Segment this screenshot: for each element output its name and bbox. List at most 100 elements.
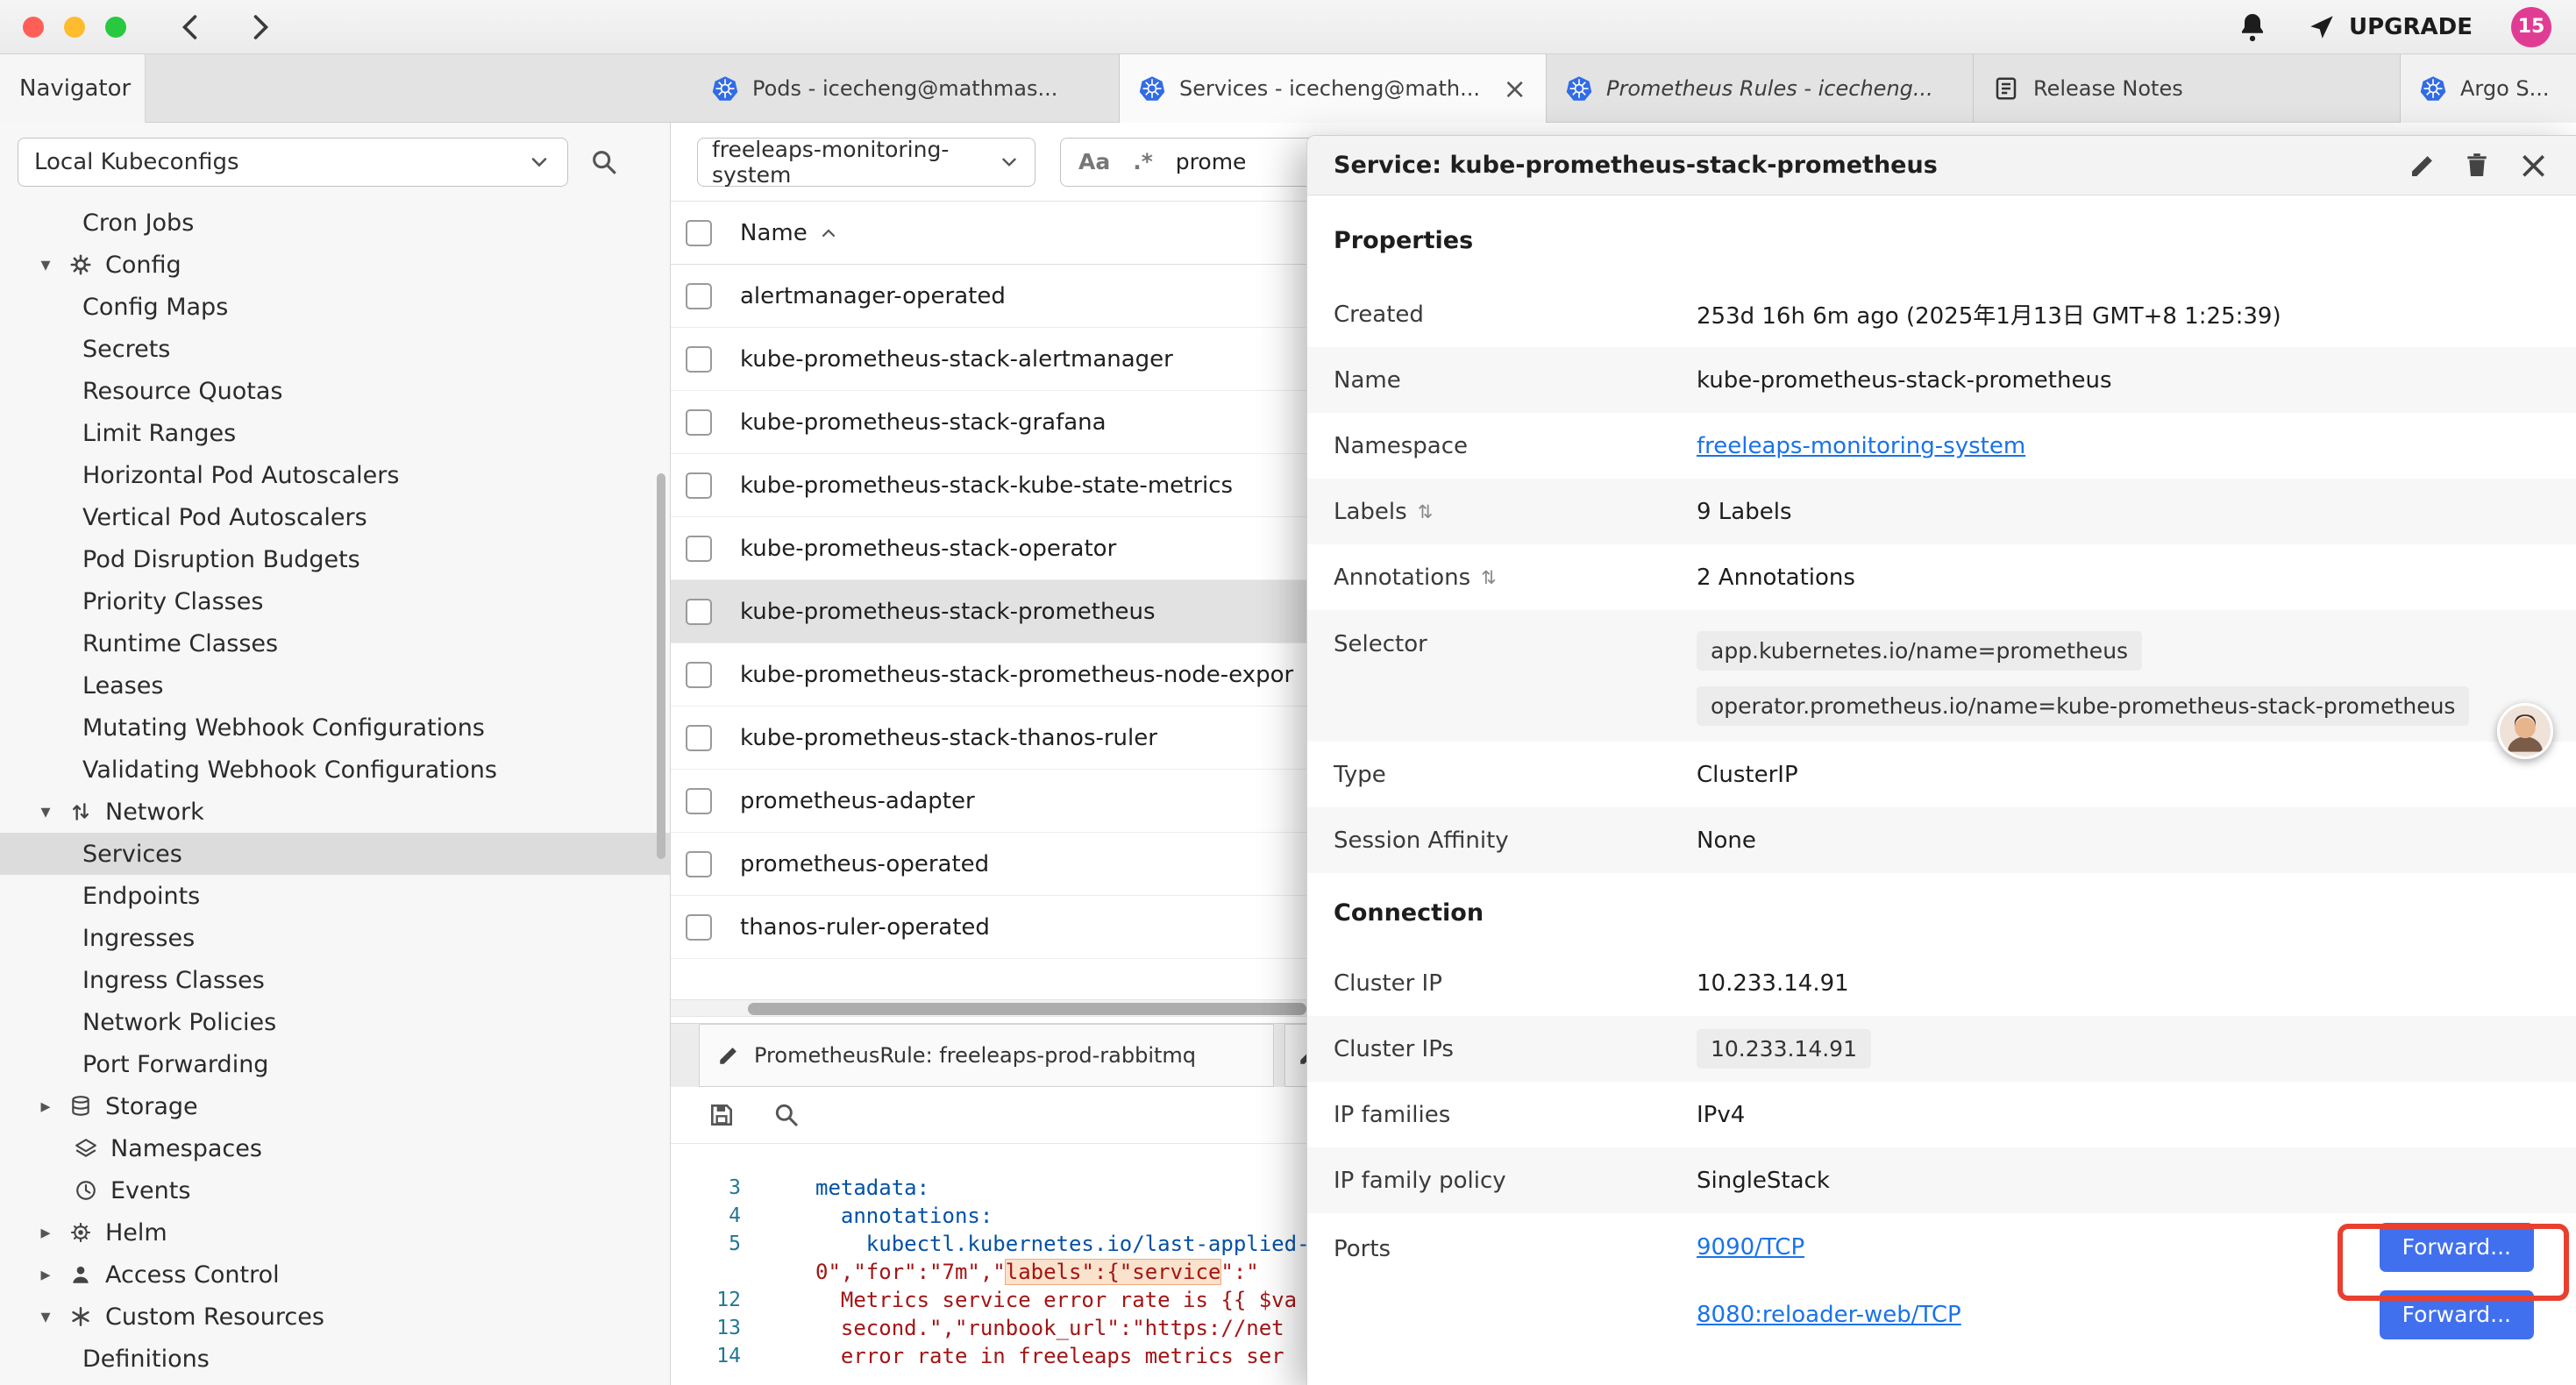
helm-wheel-icon (68, 1221, 93, 1244)
sidebar-item-limit-ranges[interactable]: Limit Ranges (0, 412, 670, 454)
row-checkbox[interactable] (686, 725, 712, 751)
forward-port-button[interactable]: Forward... (2380, 1223, 2534, 1272)
search-icon[interactable] (772, 1101, 801, 1129)
user-avatar[interactable] (2497, 703, 2553, 759)
line-number: 5 (671, 1232, 741, 1255)
sidebar-item-config[interactable]: ▾ Config (0, 244, 670, 286)
expand-collapse-icon[interactable]: ⇅ (1418, 501, 1434, 522)
search-icon[interactable] (589, 147, 619, 177)
sidebar-item-storage[interactable]: ▸ Storage (0, 1085, 670, 1127)
kubeconfig-selector[interactable]: Local Kubeconfigs (18, 138, 568, 187)
sidebar-item-network-policies[interactable]: Network Policies (0, 1001, 670, 1043)
row-checkbox[interactable] (686, 346, 712, 373)
sort-ascending-icon (818, 223, 839, 244)
chevron-right-icon: ▸ (35, 1264, 56, 1286)
sidebar-item-network[interactable]: ▾ Network (0, 791, 670, 833)
port-link[interactable]: 9090/TCP (1697, 1234, 1804, 1261)
row-checkbox[interactable] (686, 788, 712, 814)
close-window-button[interactable] (23, 17, 44, 38)
sidebar-item-events[interactable]: Events (0, 1169, 670, 1211)
minimize-window-button[interactable] (64, 17, 85, 38)
editor-tab-prometheusrule[interactable]: PrometheusRule: freeleaps-prod-rabbitmq (699, 1024, 1274, 1087)
code-line: kubectl.kubernetes.io/last-applied-co (741, 1232, 1334, 1256)
forward-button[interactable] (244, 11, 275, 43)
chevron-down-icon: ▾ (35, 1306, 56, 1328)
sidebar-item-services[interactable]: Services (0, 833, 670, 875)
sidebar-item-endpoints[interactable]: Endpoints (0, 875, 670, 917)
property-row-session-affinity: Session Affinity None (1307, 807, 2576, 873)
namespace-filter-dropdown[interactable]: freeleaps-monitoring-system (697, 138, 1035, 187)
sidebar-item-access-control[interactable]: ▸ Access Control (0, 1254, 670, 1296)
delete-trash-icon[interactable] (2463, 152, 2491, 180)
tab-release-notes[interactable]: Release Notes (1974, 54, 2401, 123)
sidebar-item-definitions[interactable]: Definitions (0, 1338, 670, 1380)
sidebar-item-secrets[interactable]: Secrets (0, 328, 670, 370)
property-row-cluster-ip: Cluster IP 10.233.14.91 (1307, 950, 2576, 1016)
sidebar-item-ingress-classes[interactable]: Ingress Classes (0, 959, 670, 1001)
person-icon (68, 1263, 93, 1286)
tab-services[interactable]: Services - icecheng@math... × (1120, 54, 1547, 123)
tab-pods[interactable]: Pods - icecheng@mathmas... (693, 54, 1120, 123)
network-arrows-icon (68, 800, 93, 823)
close-tab-icon[interactable]: × (1503, 75, 1526, 103)
namespace-link[interactable]: freeleaps-monitoring-system (1697, 433, 2025, 459)
sidebar-item-ingresses[interactable]: Ingresses (0, 917, 670, 959)
save-icon[interactable] (708, 1101, 736, 1129)
sidebar-item-helm[interactable]: ▸ Helm (0, 1211, 670, 1254)
drawer-title: Service: kube-prometheus-stack-prometheu… (1334, 152, 1938, 179)
sidebar-item-validating-webhook-configurations[interactable]: Validating Webhook Configurations (0, 749, 670, 791)
property-row-namespace: Namespace freeleaps-monitoring-system (1307, 413, 2576, 479)
property-row-ports: Ports 9090/TCP Forward... 8080:reloader-… (1307, 1213, 2576, 1349)
scrollbar-thumb[interactable] (748, 1003, 1306, 1015)
sidebar-scrollbar[interactable] (657, 473, 665, 859)
notification-badge[interactable]: 15 (2511, 7, 2551, 47)
titlebar: UPGRADE 15 (0, 0, 2576, 54)
bell-icon[interactable] (2237, 11, 2268, 43)
sidebar-item-cron-jobs[interactable]: Cron Jobs (0, 202, 670, 244)
back-button[interactable] (175, 11, 207, 43)
row-checkbox[interactable] (686, 283, 712, 309)
row-checkbox[interactable] (686, 472, 712, 499)
sidebar-item-pod-disruption-budgets[interactable]: Pod Disruption Budgets (0, 538, 670, 580)
sidebar-item-leases[interactable]: Leases (0, 664, 670, 707)
row-checkbox[interactable] (686, 409, 712, 436)
edit-pencil-icon[interactable] (2409, 152, 2437, 180)
code-line: 0","for":"7m","labels":{"service":" (741, 1260, 1259, 1284)
sidebar-item-port-forwarding[interactable]: Port Forwarding (0, 1043, 670, 1085)
expand-collapse-icon[interactable]: ⇅ (1481, 567, 1497, 588)
row-checkbox[interactable] (686, 914, 712, 941)
zoom-window-button[interactable] (105, 17, 126, 38)
port-link[interactable]: 8080:reloader-web/TCP (1697, 1302, 1961, 1328)
sidebar-item-vertical-pod-autoscalers[interactable]: Vertical Pod Autoscalers (0, 496, 670, 538)
select-all-checkbox[interactable] (686, 220, 712, 246)
tab-argo[interactable]: Argo S... (2401, 54, 2576, 123)
row-checkbox[interactable] (686, 851, 712, 877)
sidebar-item-namespaces[interactable]: Namespaces (0, 1127, 670, 1169)
navigator-panel-tab[interactable]: Navigator (0, 54, 146, 123)
property-row-name: Name kube-prometheus-stack-prometheus (1307, 347, 2576, 413)
line-number: 3 (671, 1176, 741, 1199)
selector-chip: operator.prometheus.io/name=kube-prometh… (1697, 686, 2469, 726)
sidebar-item-runtime-classes[interactable]: Runtime Classes (0, 622, 670, 664)
sidebar-item-priority-classes[interactable]: Priority Classes (0, 580, 670, 622)
upgrade-button[interactable]: UPGRADE (2307, 12, 2473, 42)
row-checkbox[interactable] (686, 536, 712, 562)
tab-prometheus-rules[interactable]: Prometheus Rules - icecheng... (1547, 54, 1974, 123)
name-column-header[interactable]: Name (740, 220, 839, 246)
match-case-toggle[interactable]: Aa (1078, 149, 1110, 174)
regex-toggle[interactable]: .* (1133, 149, 1153, 174)
code-line: metadata: (741, 1175, 929, 1200)
chevron-down-icon (998, 151, 1021, 174)
search-match-highlight: labels":{"service (1006, 1260, 1221, 1284)
forward-port-button[interactable]: Forward... (2380, 1290, 2534, 1339)
sidebar-item-config-maps[interactable]: Config Maps (0, 286, 670, 328)
sidebar-item-mutating-webhook-configurations[interactable]: Mutating Webhook Configurations (0, 707, 670, 749)
close-drawer-icon[interactable]: × (2517, 146, 2550, 185)
sidebar-item-horizontal-pod-autoscalers[interactable]: Horizontal Pod Autoscalers (0, 454, 670, 496)
line-number: 4 (671, 1204, 741, 1227)
sidebar-item-custom-resources[interactable]: ▾ Custom Resources (0, 1296, 670, 1338)
row-checkbox[interactable] (686, 599, 712, 625)
row-checkbox[interactable] (686, 662, 712, 688)
cluster-ip-chip: 10.233.14.91 (1697, 1029, 1871, 1069)
sidebar-item-resource-quotas[interactable]: Resource Quotas (0, 370, 670, 412)
